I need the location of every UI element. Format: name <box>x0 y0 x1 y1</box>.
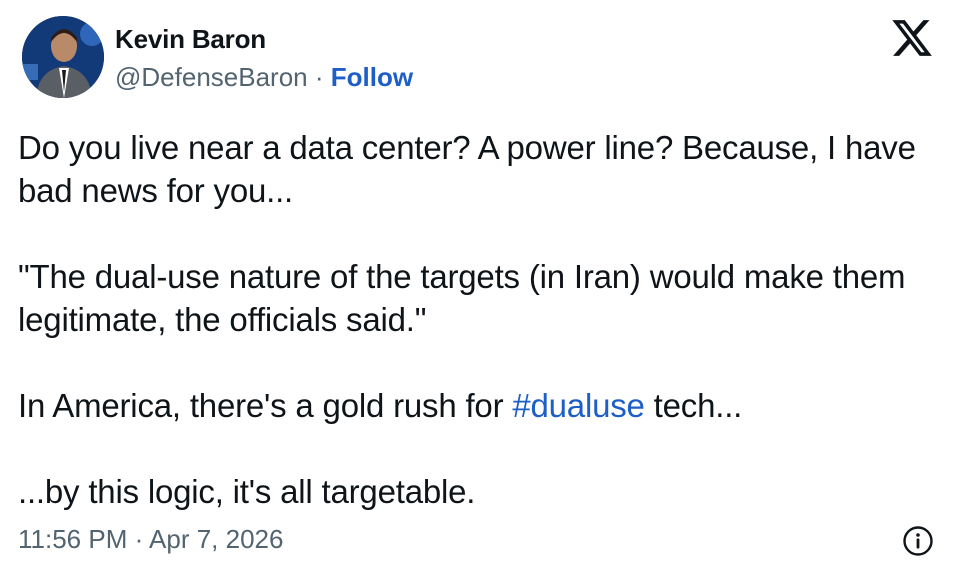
hashtag-link[interactable]: #dualuse <box>512 387 645 424</box>
tweet-text-segment: tech... <box>644 387 743 424</box>
tweet-paragraph: Do you live near a data center? A power … <box>18 129 916 209</box>
author-name[interactable]: Kevin Baron <box>115 24 266 55</box>
handle-row: @DefenseBaron · Follow <box>115 62 413 93</box>
tweet-paragraph: "The dual-use nature of the targets (in … <box>18 258 906 338</box>
avatar-photo <box>22 16 104 98</box>
tweet-paragraph: In America, there's a gold rush for #dua… <box>18 384 938 427</box>
tweet-text: Do you live near a data center? A power … <box>18 126 938 513</box>
avatar[interactable] <box>22 16 104 98</box>
timestamp[interactable]: 11:56 PM · Apr 7, 2026 <box>18 524 283 555</box>
author-handle[interactable]: @DefenseBaron <box>115 62 308 92</box>
info-icon[interactable] <box>902 525 934 557</box>
separator-dot: · <box>307 62 331 92</box>
tweet-paragraph: ...by this logic, it's all targetable. <box>18 473 476 510</box>
follow-button[interactable]: Follow <box>331 62 413 92</box>
tweet-card: Kevin Baron @DefenseBaron · Follow Do yo… <box>0 0 960 574</box>
x-logo-icon[interactable] <box>890 16 934 60</box>
tweet-text-segment: In America, there's a gold rush for <box>18 387 513 424</box>
